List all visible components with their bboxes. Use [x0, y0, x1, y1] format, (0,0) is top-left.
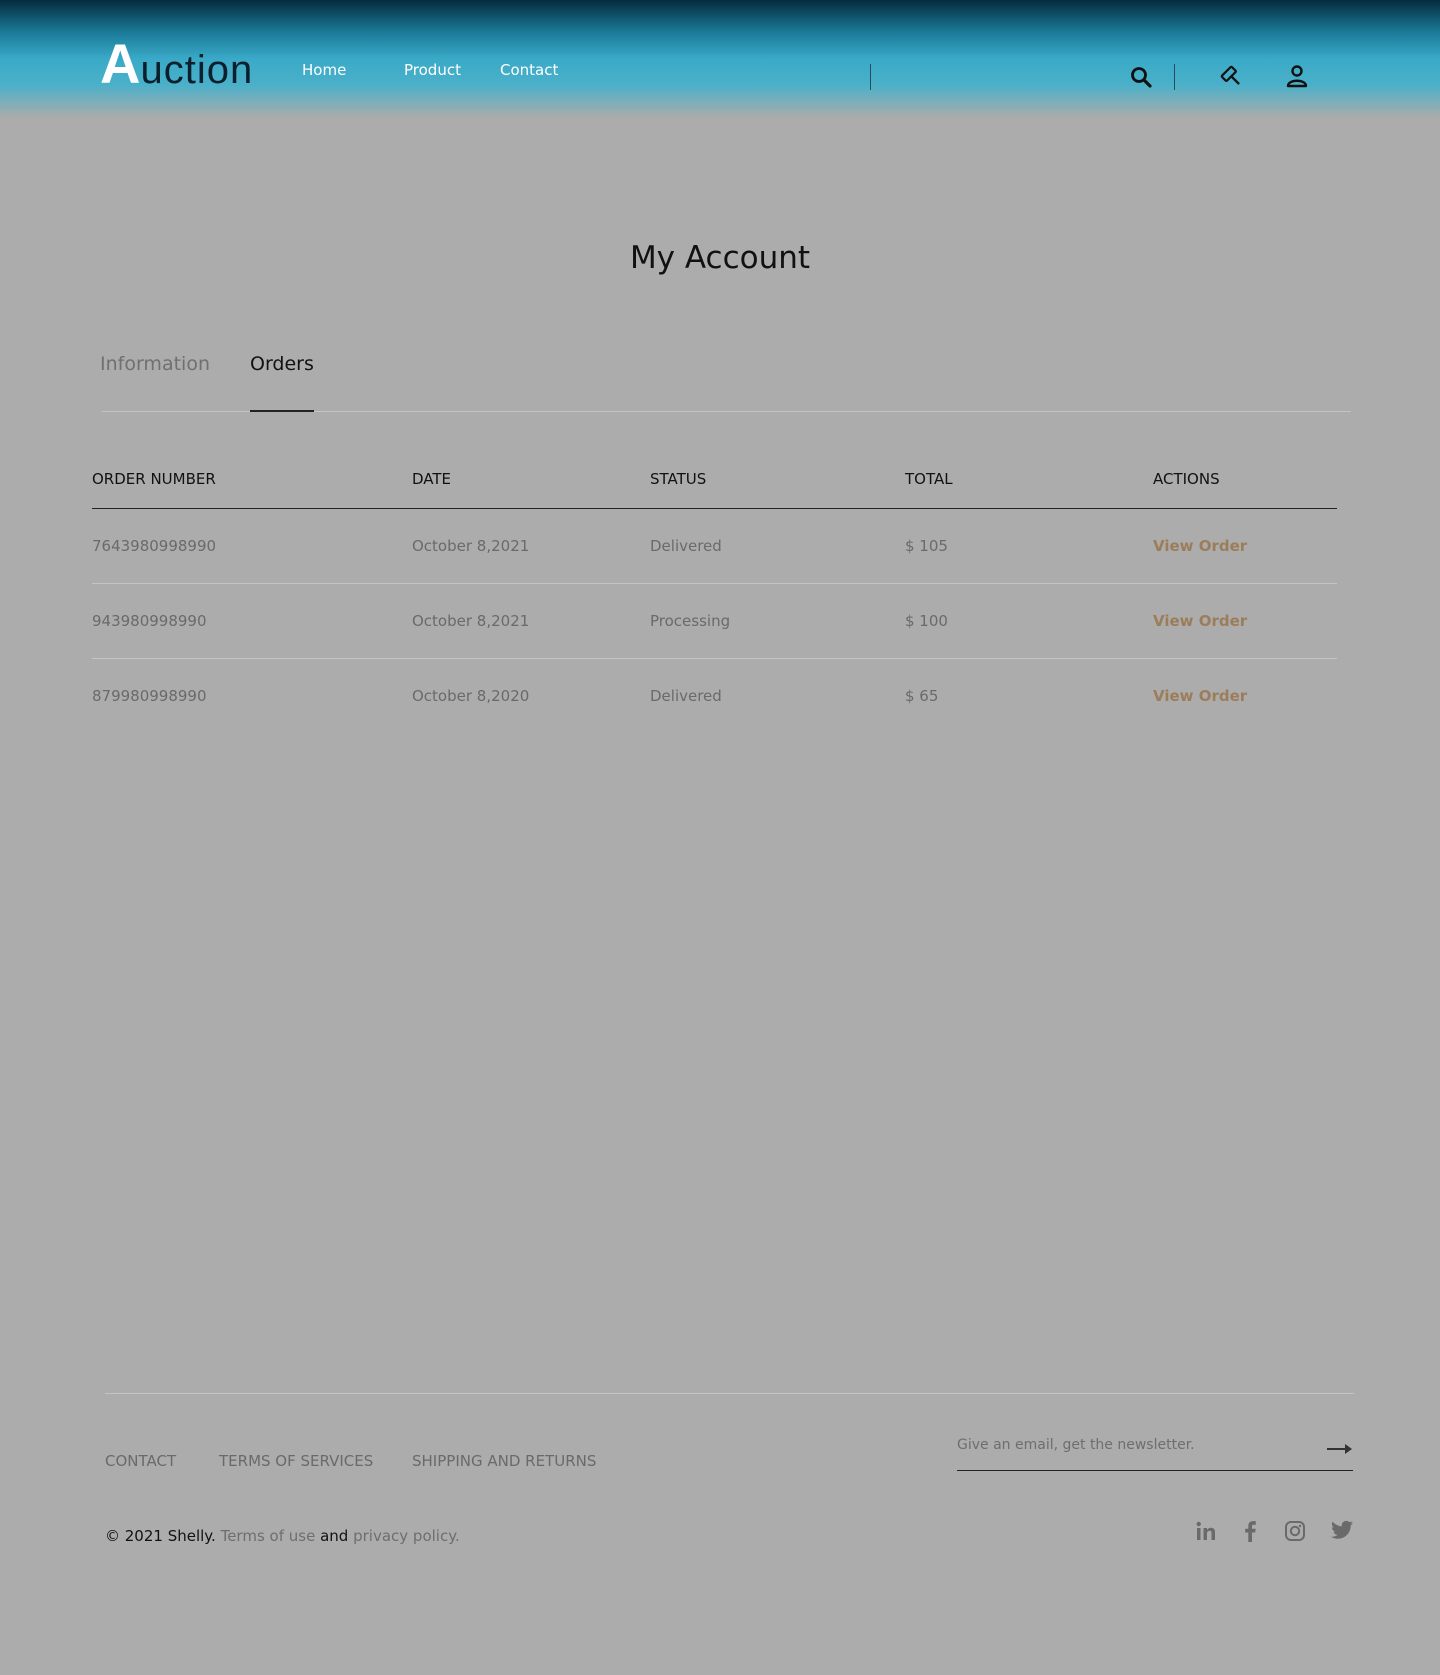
header-icon-divider: [1174, 64, 1175, 90]
view-order-link[interactable]: View Order: [1153, 687, 1247, 705]
search-icon[interactable]: [1130, 66, 1152, 92]
order-status: Delivered: [650, 687, 722, 705]
copyright-and: and: [320, 1527, 349, 1545]
footer-link-contact[interactable]: CONTACT: [105, 1452, 176, 1470]
site-logo[interactable]: Auction: [100, 36, 253, 93]
copyright-notice: © 2021 Shelly. Terms of use and privacy …: [105, 1527, 460, 1545]
terms-of-use-link[interactable]: Terms of use: [221, 1527, 316, 1545]
logo-text: uction: [140, 48, 254, 92]
active-tab-indicator: [250, 410, 314, 412]
table-row: 7643980998990 October 8,2021 Delivered $…: [92, 509, 1337, 584]
view-order-link[interactable]: View Order: [1153, 612, 1247, 630]
order-date: October 8,2021: [412, 612, 530, 630]
footer-link-terms-of-services[interactable]: TERMS OF SERVICES: [219, 1452, 373, 1470]
footer-link-shipping-and-returns[interactable]: SHIPPING AND RETURNS: [412, 1452, 596, 1470]
page-title: My Account: [629, 240, 811, 276]
view-order-link[interactable]: View Order: [1153, 537, 1247, 555]
newsletter-email-input[interactable]: [957, 1430, 1307, 1460]
user-icon[interactable]: [1285, 64, 1309, 92]
column-header-total: TOTAL: [905, 470, 953, 488]
header-divider: [870, 64, 871, 90]
footer-divider: [105, 1393, 1354, 1394]
order-number: 7643980998990: [92, 537, 217, 555]
order-date: October 8,2020: [412, 687, 530, 705]
order-status: Processing: [650, 612, 731, 630]
column-header-actions: ACTIONS: [1153, 470, 1220, 488]
nav-contact[interactable]: Contact: [500, 61, 558, 79]
copyright-text: © 2021 Shelly.: [105, 1527, 216, 1545]
order-status: Delivered: [650, 537, 722, 555]
tab-orders[interactable]: Orders: [250, 353, 314, 375]
order-date: October 8,2021: [412, 537, 530, 555]
nav-product[interactable]: Product: [404, 61, 461, 79]
facebook-icon[interactable]: [1243, 1520, 1257, 1546]
column-header-date: DATE: [412, 470, 452, 488]
order-number: 943980998990: [92, 612, 207, 630]
table-row: 943980998990 October 8,2021 Processing $…: [92, 584, 1337, 659]
newsletter-input-underline: [957, 1470, 1353, 1471]
arrow-right-icon[interactable]: [1327, 1441, 1353, 1460]
order-total: $ 105: [905, 537, 948, 555]
order-total: $ 65: [905, 687, 939, 705]
column-header-order-number: ORDER NUMBER: [92, 470, 216, 488]
nav-home[interactable]: Home: [302, 61, 346, 79]
instagram-icon[interactable]: [1284, 1520, 1306, 1546]
order-total: $ 100: [905, 612, 948, 630]
logo-initial: A: [100, 32, 141, 95]
gavel-icon[interactable]: [1220, 65, 1244, 93]
site-header: Auction Home Product Contact: [0, 0, 1440, 118]
order-number: 879980998990: [92, 687, 207, 705]
table-row: 879980998990 October 8,2020 Delivered $ …: [92, 659, 1337, 734]
privacy-policy-link[interactable]: privacy policy.: [353, 1527, 460, 1545]
twitter-icon[interactable]: [1331, 1520, 1353, 1544]
linkedin-icon[interactable]: [1195, 1520, 1217, 1546]
tab-information[interactable]: Information: [100, 353, 210, 375]
column-header-status: STATUS: [650, 470, 707, 488]
